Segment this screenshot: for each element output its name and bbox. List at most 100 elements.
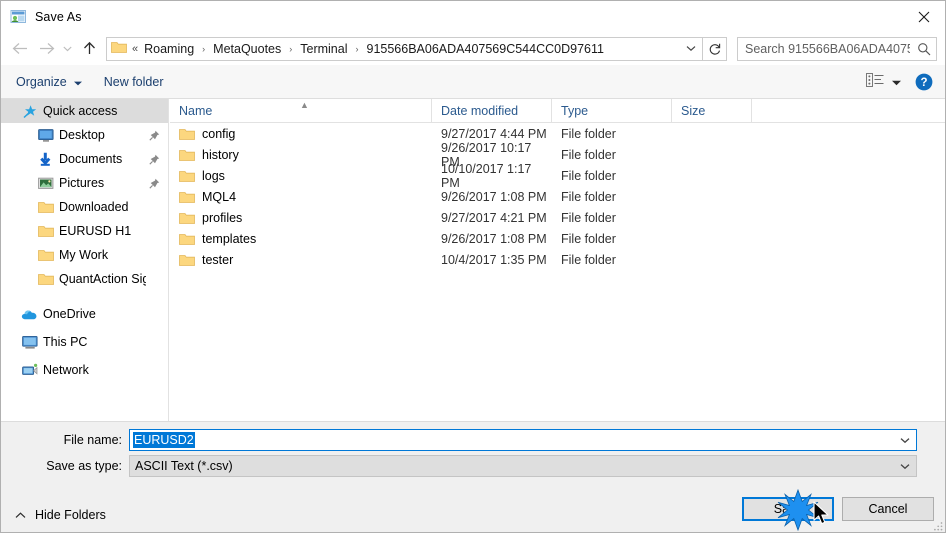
- table-row[interactable]: templates 9/26/2017 1:08 PM File folder: [170, 228, 945, 249]
- file-row-name: MQL4: [202, 189, 237, 204]
- sidebar-item-label: EURUSD H1: [59, 224, 132, 238]
- column-header-name[interactable]: Name ▲: [170, 99, 432, 123]
- breadcrumb-overflow[interactable]: «: [130, 43, 143, 55]
- documents-download-icon: [37, 151, 54, 168]
- column-header-type[interactable]: Type: [552, 99, 672, 123]
- sidebar-item-label: Quick access: [43, 104, 118, 118]
- sidebar-item-this-pc[interactable]: This PC: [1, 328, 168, 356]
- sidebar-item-my-work[interactable]: My Work: [1, 243, 168, 267]
- save-as-type-select[interactable]: ASCII Text (*.csv): [129, 455, 917, 477]
- file-row-type: File folder: [561, 189, 616, 204]
- breadcrumb-item-roaming[interactable]: Roaming: [143, 42, 195, 56]
- pin-icon[interactable]: [146, 178, 162, 189]
- file-list-rows: config 9/27/2017 4:44 PM File folder histor…: [170, 123, 945, 270]
- file-name-value: EURUSD2: [133, 432, 195, 448]
- column-header-date-modified[interactable]: Date modified: [432, 99, 552, 123]
- file-row-name: tester: [202, 252, 234, 267]
- file-name-row: File name: EURUSD2: [1, 429, 917, 451]
- chevron-right-icon[interactable]: ›: [195, 44, 212, 54]
- dialog-footer: File name: EURUSD2 Save as type: ASCII T…: [1, 421, 945, 532]
- title-bar: Save As: [1, 1, 945, 32]
- sidebar-item-label: My Work: [59, 248, 109, 262]
- search-icon[interactable]: [912, 42, 936, 56]
- arrow-left-icon[interactable]: [7, 36, 33, 62]
- file-row-type: File folder: [561, 231, 616, 246]
- sidebar-item-desktop[interactable]: Desktop: [1, 123, 168, 147]
- table-row[interactable]: tester 10/4/2017 1:35 PM File folder: [170, 249, 945, 270]
- breadcrumb-item-metaquotes[interactable]: MetaQuotes: [212, 42, 282, 56]
- svg-text:?: ?: [920, 77, 927, 89]
- column-header-size-label: Size: [681, 103, 706, 118]
- breadcrumb-item-terminal-id[interactable]: 915566BA06ADA407569C544CC0D97611: [366, 42, 605, 56]
- file-row-date: 9/26/2017 1:08 PM: [441, 189, 547, 204]
- close-icon[interactable]: [901, 1, 945, 32]
- file-row-name: history: [202, 147, 239, 162]
- new-folder-button[interactable]: New folder: [97, 72, 171, 92]
- organize-button[interactable]: Organize: [9, 72, 89, 92]
- file-name-control: EURUSD2: [129, 429, 917, 451]
- chevron-right-icon[interactable]: ›: [282, 44, 299, 54]
- list-view-icon: [866, 73, 884, 90]
- file-row-name-cell: MQL4: [170, 190, 432, 204]
- pictures-icon: [37, 175, 54, 192]
- chevron-down-icon[interactable]: [59, 36, 76, 62]
- save-button[interactable]: Save: [742, 497, 834, 521]
- sidebar-item-label: Pictures: [59, 176, 105, 190]
- pin-icon[interactable]: [146, 154, 162, 165]
- sort-ascending-caret: ▲: [300, 99, 309, 110]
- file-list-pane: Name ▲ Date modified Type Size config 9/2…: [170, 99, 945, 421]
- folder-icon: [179, 232, 195, 246]
- chevron-down-icon[interactable]: [894, 463, 916, 470]
- search-box[interactable]: [737, 36, 937, 61]
- resize-grip-icon[interactable]: [932, 520, 944, 532]
- breadcrumb-address-bar[interactable]: « Roaming › MetaQuotes › Terminal › 9155…: [106, 36, 703, 61]
- refresh-icon[interactable]: [703, 36, 727, 61]
- pin-icon[interactable]: [146, 130, 162, 141]
- cancel-button-label: Cancel: [868, 502, 908, 516]
- file-row-name-cell: profiles: [170, 211, 432, 225]
- save-as-app-icon: [10, 8, 27, 25]
- table-row[interactable]: logs 10/10/2017 1:17 PM File folder: [170, 162, 945, 190]
- table-row[interactable]: config 9/27/2017 4:44 PM File folder: [170, 123, 945, 144]
- folder-icon: [111, 40, 127, 57]
- chevron-right-icon[interactable]: ›: [349, 44, 366, 54]
- sidebar-item-label: This PC: [43, 335, 88, 349]
- sidebar-item-documents[interactable]: Documents: [1, 147, 168, 171]
- sidebar-item-network[interactable]: Network: [1, 356, 168, 384]
- sidebar-root-group: OneDrive This PC Network: [1, 300, 168, 384]
- view-options-button[interactable]: [860, 69, 907, 94]
- file-row-name: profiles: [202, 210, 243, 225]
- sidebar-item-downloaded[interactable]: Downloaded: [1, 195, 168, 219]
- column-header-size[interactable]: Size: [672, 99, 752, 123]
- cancel-button[interactable]: Cancel: [842, 497, 934, 521]
- arrow-right-icon[interactable]: [33, 36, 59, 62]
- sidebar-item-onedrive[interactable]: OneDrive: [1, 300, 168, 328]
- sidebar-item-eurusd-h1[interactable]: EURUSD H1: [1, 219, 168, 243]
- search-input[interactable]: [738, 40, 912, 57]
- arrow-up-icon[interactable]: [76, 36, 102, 62]
- chevron-down-icon[interactable]: [680, 38, 702, 60]
- column-header-date-label: Date modified: [441, 103, 519, 118]
- help-question-icon[interactable]: ?: [915, 73, 933, 91]
- new-folder-label: New folder: [103, 74, 164, 89]
- file-row-type: File folder: [561, 168, 616, 183]
- file-row-name-cell: history: [170, 148, 432, 162]
- chevron-down-icon[interactable]: [894, 437, 916, 444]
- sidebar-item-quantaction-signal[interactable]: QuantAction Signal: [1, 267, 168, 291]
- hide-folders-button[interactable]: Hide Folders: [11, 505, 110, 525]
- breadcrumb-item-terminal[interactable]: Terminal: [299, 42, 348, 56]
- folder-icon: [179, 211, 195, 225]
- sidebar-item-label: Documents: [59, 152, 123, 166]
- folder-icon: [37, 247, 54, 264]
- onedrive-cloud-icon: [21, 306, 38, 323]
- file-row-date: 10/4/2017 1:35 PM: [441, 252, 547, 267]
- table-row[interactable]: MQL4 9/26/2017 1:08 PM File folder: [170, 186, 945, 207]
- sidebar-item-pictures[interactable]: Pictures: [1, 171, 168, 195]
- folder-icon: [179, 169, 195, 183]
- file-name-input[interactable]: EURUSD2: [129, 429, 917, 451]
- table-row[interactable]: profiles 9/27/2017 4:21 PM File folder: [170, 207, 945, 228]
- sidebar-item-quick-access[interactable]: Quick access: [1, 99, 168, 123]
- desktop-icon: [37, 127, 54, 144]
- network-icon: [21, 362, 38, 379]
- table-row[interactable]: history 9/26/2017 10:17 PM File folder: [170, 141, 945, 169]
